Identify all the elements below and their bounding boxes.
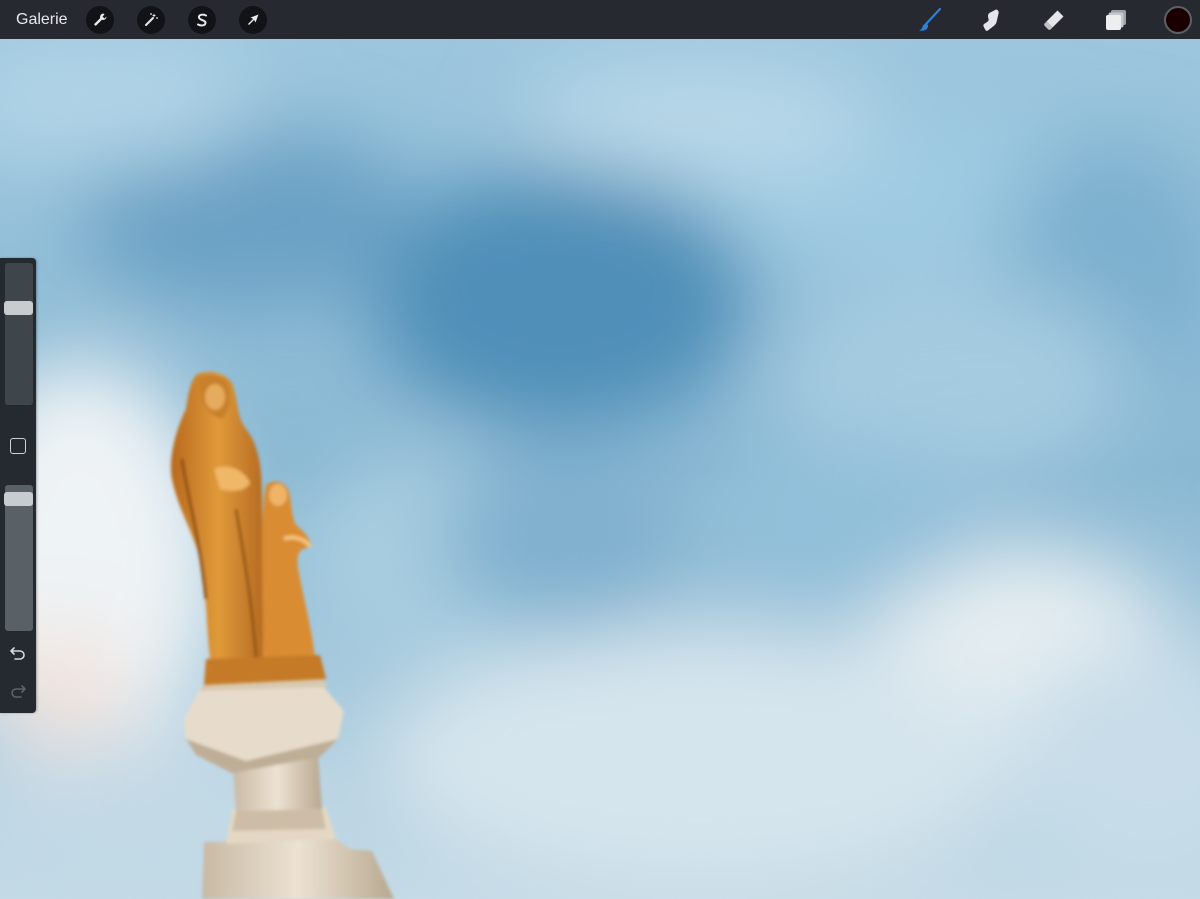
brush-tool-button[interactable] <box>916 6 944 34</box>
undo-button[interactable] <box>9 644 27 662</box>
drawing-canvas[interactable] <box>0 39 1200 899</box>
color-picker-button[interactable] <box>1164 5 1192 34</box>
gallery-button[interactable]: Galerie <box>16 11 68 29</box>
eraser-tool-button[interactable] <box>1040 6 1068 34</box>
smudge-tool-button[interactable] <box>978 6 1006 34</box>
canvas-artwork <box>0 39 1200 899</box>
selection-s-icon <box>196 13 207 26</box>
top-toolbar: Galerie <box>0 0 1200 39</box>
transform-button[interactable] <box>238 5 267 34</box>
modify-button[interactable] <box>10 438 26 454</box>
sidebar <box>0 258 36 713</box>
eraser-icon <box>1044 10 1064 30</box>
brush-size-slider-thumb[interactable] <box>4 301 33 316</box>
redo-button[interactable] <box>9 682 27 700</box>
layers-icon <box>1106 9 1126 30</box>
opacity-slider-thumb[interactable] <box>4 491 33 506</box>
redo-icon <box>11 685 26 698</box>
selection-button[interactable] <box>187 5 216 34</box>
smudge-icon <box>983 9 999 31</box>
adjustments-button[interactable] <box>136 5 165 34</box>
brush-icon <box>919 7 942 31</box>
opacity-slider[interactable] <box>5 485 33 631</box>
transform-arrow-icon <box>247 14 259 25</box>
actions-button[interactable] <box>85 5 114 34</box>
magic-wand-icon <box>144 12 158 26</box>
brush-size-slider[interactable] <box>5 263 33 405</box>
wrench-icon <box>93 13 107 26</box>
undo-icon <box>10 647 25 660</box>
layers-button[interactable] <box>1102 6 1130 34</box>
